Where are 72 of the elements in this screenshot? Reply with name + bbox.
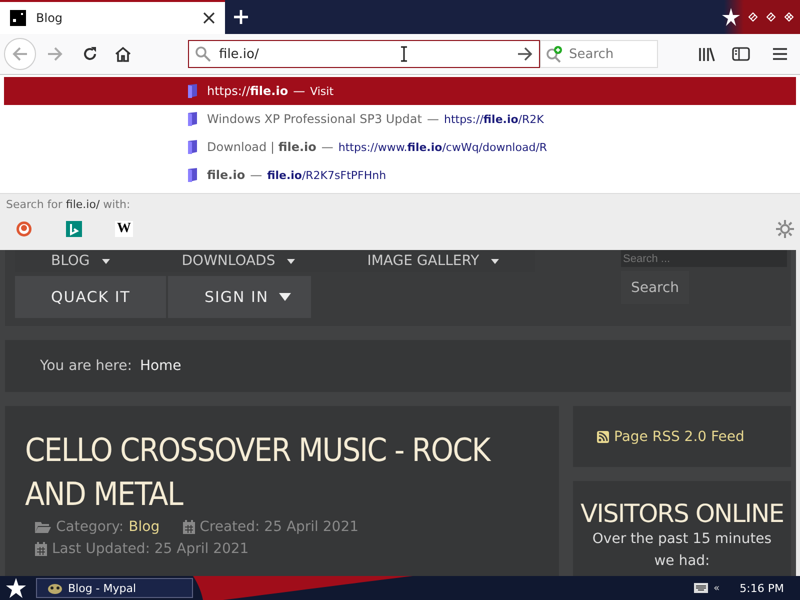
suggestion-row[interactable]: file.io — file.io/R2K7sFtPFHnh (4, 161, 796, 189)
caret-down-icon (491, 258, 500, 264)
taskbar-window-button[interactable]: Blog - Mypal (36, 578, 193, 598)
go-arrow-icon[interactable] (517, 47, 533, 61)
home-icon[interactable] (114, 46, 132, 62)
library-icon[interactable] (698, 46, 716, 62)
folder-icon (35, 521, 51, 533)
separator-dash: — (426, 112, 439, 126)
favicon-icon (10, 10, 26, 26)
nav-menu-item[interactable]: SIGN IN (168, 276, 311, 318)
bookmark-page-icon (186, 140, 198, 154)
nav-menu-item[interactable]: QUACK IT (15, 276, 166, 318)
caret-down-icon (278, 293, 291, 301)
search-field[interactable]: Search (567, 46, 651, 62)
browser-tab[interactable]: Blog (0, 0, 225, 34)
suggestion-title: https://file.io (207, 84, 288, 98)
calendar-icon (35, 542, 47, 556)
search-box[interactable]: Search (540, 40, 658, 68)
bookmark-page-icon (186, 84, 198, 98)
clock: 5:16 PM (740, 582, 784, 594)
search-with-label: Search for file.io/ with: (6, 198, 132, 211)
tab-title: Blog (36, 11, 64, 25)
back-arrow-icon (12, 47, 28, 61)
caret-down-icon (287, 258, 296, 264)
url-text: file.io/ (219, 46, 259, 62)
suggestion-row[interactable]: Download | file.io — https://www.file.io/cwWq/download/R (4, 133, 796, 161)
category-label: Category: (56, 518, 124, 537)
category-link[interactable]: Blog (128, 516, 160, 538)
breadcrumb-label: You are here: (40, 358, 132, 374)
separator-dash: — (321, 140, 334, 154)
breadcrumb-link[interactable]: Home (140, 358, 182, 374)
b-logo-icon[interactable] (66, 221, 82, 237)
site-search-field[interactable]: Search ... (621, 250, 787, 267)
created-date: Created: 25 April 2021 (200, 518, 359, 537)
suggestion-url: https://www.file.io/cwWq/download/R (338, 140, 548, 154)
address-bar[interactable]: file.io/ (188, 40, 540, 68)
visitors-title: VISITORS ONLINE (579, 499, 785, 528)
settings-icon[interactable] (776, 220, 794, 238)
calendar-icon (182, 520, 195, 534)
star-icon (722, 8, 740, 26)
tray-expand-button[interactable]: « (714, 582, 720, 594)
suggestion-row[interactable]: Windows XP Professional SP3 Updat — https://file.io/R2K (4, 105, 796, 133)
article-title: CELLO CROSSOVER MUSIC - ROCK AND METAL (25, 430, 492, 515)
rss-icon (597, 430, 609, 442)
keyboard-icon (694, 583, 708, 593)
scrollbar[interactable] (796, 250, 800, 576)
forward-arrow-icon (47, 47, 63, 61)
sidebar-icon[interactable] (732, 46, 750, 62)
reload-icon[interactable] (82, 46, 98, 62)
menu-icon[interactable] (772, 47, 788, 61)
visitors-text: Over the past 15 minutes we had: (591, 530, 773, 571)
suggestion-url: Visit (310, 84, 334, 98)
feed-link[interactable]: Page RSS 2.0 Feed (614, 428, 744, 444)
search-icon (195, 46, 211, 62)
bookmark-page-icon (186, 168, 198, 182)
updated-date: Last Updated: 25 April 2021 (52, 540, 249, 559)
separator-dash: — (293, 84, 306, 98)
suggestion-row[interactable]: https://file.io — Visit (4, 77, 796, 105)
site-search-button[interactable]: Search (621, 271, 689, 304)
suggestion-title: Download | file.io (207, 140, 316, 154)
separator-dash: — (250, 168, 262, 182)
bookmark-page-icon (186, 112, 198, 126)
suggestion-url: https://file.io/R2K (444, 112, 544, 126)
text-cursor-icon (400, 46, 408, 62)
suggestion-url: file.io/R2K7sFtPFHnh (267, 168, 386, 182)
suggestion-title: Windows XP Professional SP3 Updat (207, 112, 422, 126)
suggestion-title: file.io (207, 168, 246, 182)
caret-down-icon (102, 258, 110, 264)
wikipedia-button[interactable]: W (115, 221, 133, 237)
search-add-icon (545, 45, 563, 63)
plus-icon[interactable] (233, 9, 249, 25)
start-star-icon[interactable] (6, 578, 26, 598)
